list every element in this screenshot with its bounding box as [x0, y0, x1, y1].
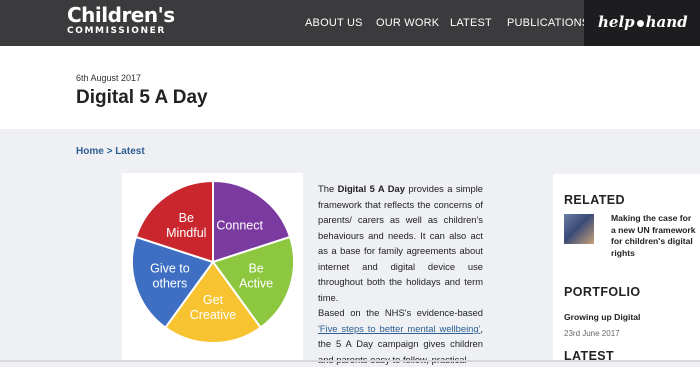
slice-label-3: Give to others	[150, 262, 190, 291]
article-paragraph-1: The Digital 5 A Day provides a simple fr…	[318, 181, 483, 305]
portfolio-heading: PORTFOLIO	[564, 285, 641, 299]
portfolio-item-date: 23rd June 2017	[564, 329, 620, 338]
top-navigation-bar: Children's COMMISSIONER ABOUT US OUR WOR…	[0, 0, 700, 46]
breadcrumb-home-link[interactable]: Home	[76, 146, 104, 157]
site-logo[interactable]: Children's COMMISSIONER	[67, 4, 175, 37]
digital-5-a-day-image: Connect Be Active Get Creative Give to others B…	[122, 173, 303, 362]
p1-bold-term: Digital 5 A Day	[337, 183, 405, 195]
help-text: help	[598, 13, 635, 31]
breadcrumb-latest-link[interactable]: Latest	[115, 146, 144, 157]
nav-publications[interactable]: PUBLICATIONS	[507, 17, 589, 29]
five-steps-link[interactable]: 'Five steps to better mental wellbeing'	[318, 323, 480, 334]
help-at-hand-button[interactable]: help hand	[584, 0, 700, 46]
nav-about-us[interactable]: ABOUT US	[305, 17, 363, 29]
related-article-link[interactable]: Making the case for a new UN framework f…	[611, 213, 697, 259]
logo-main-text: Children's	[67, 3, 175, 27]
p2-intro: Based on the NHS's evidence-based	[318, 307, 483, 319]
breadcrumb: Home > Latest	[76, 146, 145, 157]
portfolio-item-link[interactable]: Growing up Digital	[564, 312, 640, 322]
logo-sub-text: COMMISSIONER	[67, 26, 166, 36]
slice-label-0: Connect	[216, 218, 263, 232]
breadcrumb-separator: >	[103, 146, 116, 157]
p1-text: provides a simple framework that reflect…	[318, 183, 483, 303]
nav-our-work[interactable]: OUR WORK	[376, 17, 439, 29]
nav-latest[interactable]: LATEST	[450, 17, 492, 29]
related-heading: RELATED	[564, 193, 625, 207]
page-title: Digital 5 A Day	[76, 87, 208, 108]
related-thumbnail[interactable]	[564, 214, 594, 244]
article-paragraph-2: Based on the NHS's evidence-based 'Five …	[318, 305, 483, 367]
digital-5-a-day-diagram: ConnectBe ActiveGet CreativeGive to othersB…	[131, 179, 295, 344]
p1-intro: The	[318, 183, 338, 195]
article-date: 6th August 2017	[76, 73, 142, 83]
hand-text: hand	[645, 13, 688, 31]
help-at-hand-logo: help hand	[598, 13, 688, 31]
sidebar: RELATED Making the case for a new UN fra…	[553, 174, 700, 363]
help-dot-icon	[636, 19, 644, 27]
